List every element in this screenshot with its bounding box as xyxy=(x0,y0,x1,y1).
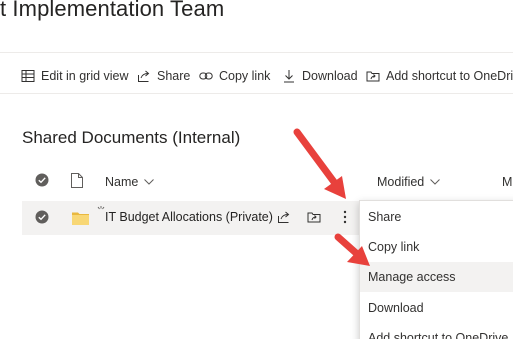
annotation-arrows xyxy=(293,128,370,266)
annotation-arrow xyxy=(334,233,370,266)
annotation-arrow xyxy=(293,128,346,199)
